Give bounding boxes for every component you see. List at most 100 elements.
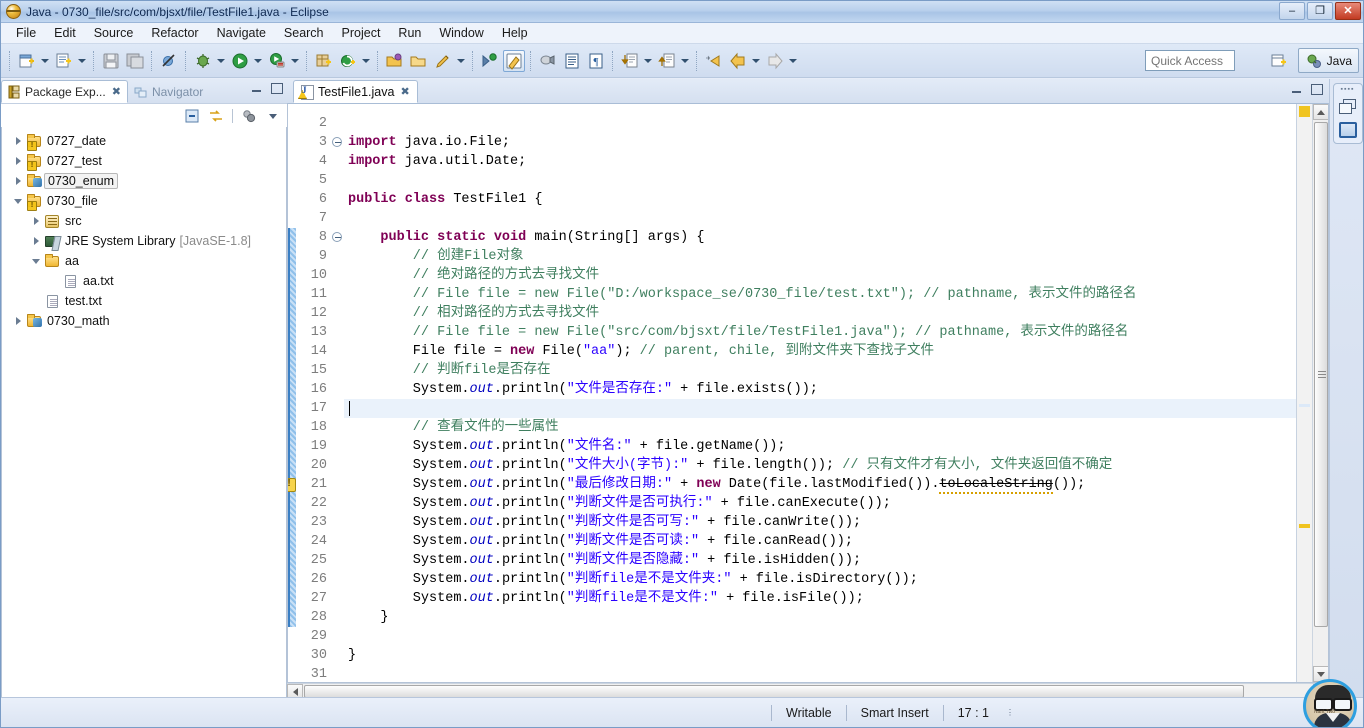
run-icon[interactable]	[229, 50, 251, 72]
scrollbar-thumb[interactable]	[1314, 122, 1328, 627]
chevron-right-icon[interactable]	[10, 133, 26, 149]
new-wizard-icon[interactable]	[16, 50, 38, 72]
search-dropdown-icon[interactable]	[455, 50, 466, 72]
tab-package-explorer[interactable]: Package Exp... ✖	[1, 80, 128, 103]
debug-icon[interactable]	[192, 50, 214, 72]
drag-handle[interactable]: ▪▪▪▪	[1341, 86, 1355, 93]
forward-icon[interactable]	[764, 50, 786, 72]
folding-ruler[interactable]	[330, 104, 344, 682]
next-annotation-dropdown-icon[interactable]	[642, 50, 653, 72]
maximize-icon[interactable]	[271, 83, 283, 94]
search-icon[interactable]	[432, 50, 454, 72]
tab-navigator[interactable]: Navigator	[128, 80, 210, 103]
tree-item-0730_math[interactable]: 0730_math	[2, 311, 286, 331]
code-line[interactable]: // 相对路径的方式去寻找文件	[344, 304, 1296, 323]
show-whitespace-icon[interactable]	[561, 50, 583, 72]
next-annotation-icon[interactable]	[619, 50, 641, 72]
tree-item-0730_file[interactable]: 0730_file	[2, 191, 286, 211]
link-with-editor-icon[interactable]	[537, 50, 559, 72]
code-line[interactable]: public class TestFile1 {	[344, 190, 1296, 209]
tree-item-aa-txt[interactable]: aa.txt	[2, 271, 286, 291]
code-line[interactable]: File file = new File("aa"); // parent, c…	[344, 342, 1296, 361]
warning-marker-icon[interactable]	[288, 478, 296, 492]
tree-item-jre-system-library[interactable]: JRE System Library [JavaSE-1.8]	[2, 231, 286, 251]
tree-item-0727_test[interactable]: 0727_test	[2, 151, 286, 171]
fold-collapse-icon[interactable]	[332, 137, 342, 147]
back-icon[interactable]	[727, 50, 749, 72]
chevron-down-icon[interactable]	[28, 253, 44, 269]
link-with-editor-icon[interactable]	[208, 108, 224, 124]
tree-item-0727_date[interactable]: 0727_date	[2, 131, 286, 151]
show-source-quickview-icon[interactable]: ¶	[585, 50, 607, 72]
previous-annotation-dropdown-icon[interactable]	[679, 50, 690, 72]
code-line[interactable]: System.out.println("最后修改日期:" + new Date(…	[344, 475, 1296, 494]
back-sparkle-icon[interactable]	[703, 50, 725, 72]
save-all-icon[interactable]	[124, 50, 146, 72]
open-perspective-button[interactable]	[1263, 48, 1295, 73]
code-line[interactable]: System.out.println("判断文件是否可读:" + file.ca…	[344, 532, 1296, 551]
code-editor[interactable]: import java.io.File; import java.util.Dat…	[344, 104, 1296, 682]
chevron-right-icon[interactable]	[10, 153, 26, 169]
code-line[interactable]: System.out.println("文件名:" + file.getName…	[344, 437, 1296, 456]
close-icon[interactable]: ✖	[400, 85, 409, 98]
menu-refactor[interactable]: Refactor	[142, 24, 207, 42]
code-line[interactable]	[344, 171, 1296, 190]
menu-run[interactable]: Run	[389, 24, 430, 42]
save-icon[interactable]	[100, 50, 122, 72]
run-dropdown-icon[interactable]	[252, 50, 263, 72]
menu-navigate[interactable]: Navigate	[208, 24, 275, 42]
menu-source[interactable]: Source	[85, 24, 143, 42]
restore-button[interactable]: ❐	[1307, 2, 1333, 20]
open-type-icon[interactable]	[384, 50, 406, 72]
code-line[interactable]: System.out.println("文件是否存在:" + file.exis…	[344, 380, 1296, 399]
code-line[interactable]: System.out.println("文件大小(字节):" + file.le…	[344, 456, 1296, 475]
close-icon[interactable]: ✖	[112, 85, 121, 98]
code-line[interactable]	[344, 627, 1296, 646]
new-java-package-icon[interactable]	[313, 50, 335, 72]
menu-help[interactable]: Help	[493, 24, 537, 42]
code-line[interactable]: // File file = new File("src/com/bjsxt/f…	[344, 323, 1296, 342]
code-line[interactable]: import java.io.File;	[344, 133, 1296, 152]
forward-dropdown-icon[interactable]	[787, 50, 798, 72]
menu-file[interactable]: File	[7, 24, 45, 42]
new-project-dropdown-icon[interactable]	[360, 50, 371, 72]
tree-item-src[interactable]: src	[2, 211, 286, 231]
console-view-icon[interactable]	[1338, 122, 1357, 138]
new-java-class-icon[interactable]	[53, 50, 75, 72]
code-line[interactable]: // 创建File对象	[344, 247, 1296, 266]
toggle-mark-occurrences-icon[interactable]	[479, 50, 501, 72]
tree-item-test-txt[interactable]: test.txt	[2, 291, 286, 311]
chevron-right-icon[interactable]	[28, 233, 44, 249]
external-tools-dropdown-icon[interactable]	[289, 50, 300, 72]
new-java-project-icon[interactable]	[337, 50, 359, 72]
view-menu-icon[interactable]	[265, 108, 281, 124]
menu-project[interactable]: Project	[333, 24, 390, 42]
chevron-down-icon[interactable]	[10, 193, 26, 209]
menu-window[interactable]: Window	[430, 24, 492, 42]
code-line[interactable]: System.out.println("判断file是不是文件夹:" + fil…	[344, 570, 1296, 589]
code-line[interactable]: // File file = new File("D:/workspace_se…	[344, 285, 1296, 304]
code-line[interactable]: System.out.println("判断文件是否可写:" + file.ca…	[344, 513, 1296, 532]
pin-editor-icon[interactable]	[503, 49, 525, 72]
status-resize-grip[interactable]: ⋮	[1003, 708, 1017, 716]
code-line[interactable]	[344, 665, 1296, 682]
menu-search[interactable]: Search	[275, 24, 333, 42]
chevron-right-icon[interactable]	[10, 173, 26, 189]
code-line[interactable]: // 绝对路径的方式去寻找文件	[344, 266, 1296, 285]
open-task-icon[interactable]	[408, 50, 430, 72]
tree-item-0730_enum[interactable]: 0730_enum	[2, 171, 286, 191]
minimize-icon[interactable]	[1291, 84, 1302, 95]
collapse-all-icon[interactable]	[184, 108, 200, 124]
quick-access-input[interactable]	[1145, 50, 1235, 71]
focus-on-active-task-icon[interactable]	[241, 108, 257, 124]
project-tree[interactable]: 0727_date 0727_test 0730_enum 0730_filesrc J…	[1, 127, 287, 699]
chevron-right-icon[interactable]	[10, 313, 26, 329]
code-line[interactable]: System.out.println("判断文件是否可执行:" + file.c…	[344, 494, 1296, 513]
code-line[interactable]: }	[344, 608, 1296, 627]
previous-annotation-icon[interactable]	[656, 50, 678, 72]
fold-collapse-icon[interactable]	[332, 232, 342, 242]
code-line[interactable]: System.out.println("判断file是不是文件:" + file…	[344, 589, 1296, 608]
code-line[interactable]	[344, 399, 1296, 418]
tab-testfile1-java[interactable]: TestFile1.java ✖	[293, 80, 418, 103]
new-wizard-dropdown-icon[interactable]	[39, 50, 50, 72]
